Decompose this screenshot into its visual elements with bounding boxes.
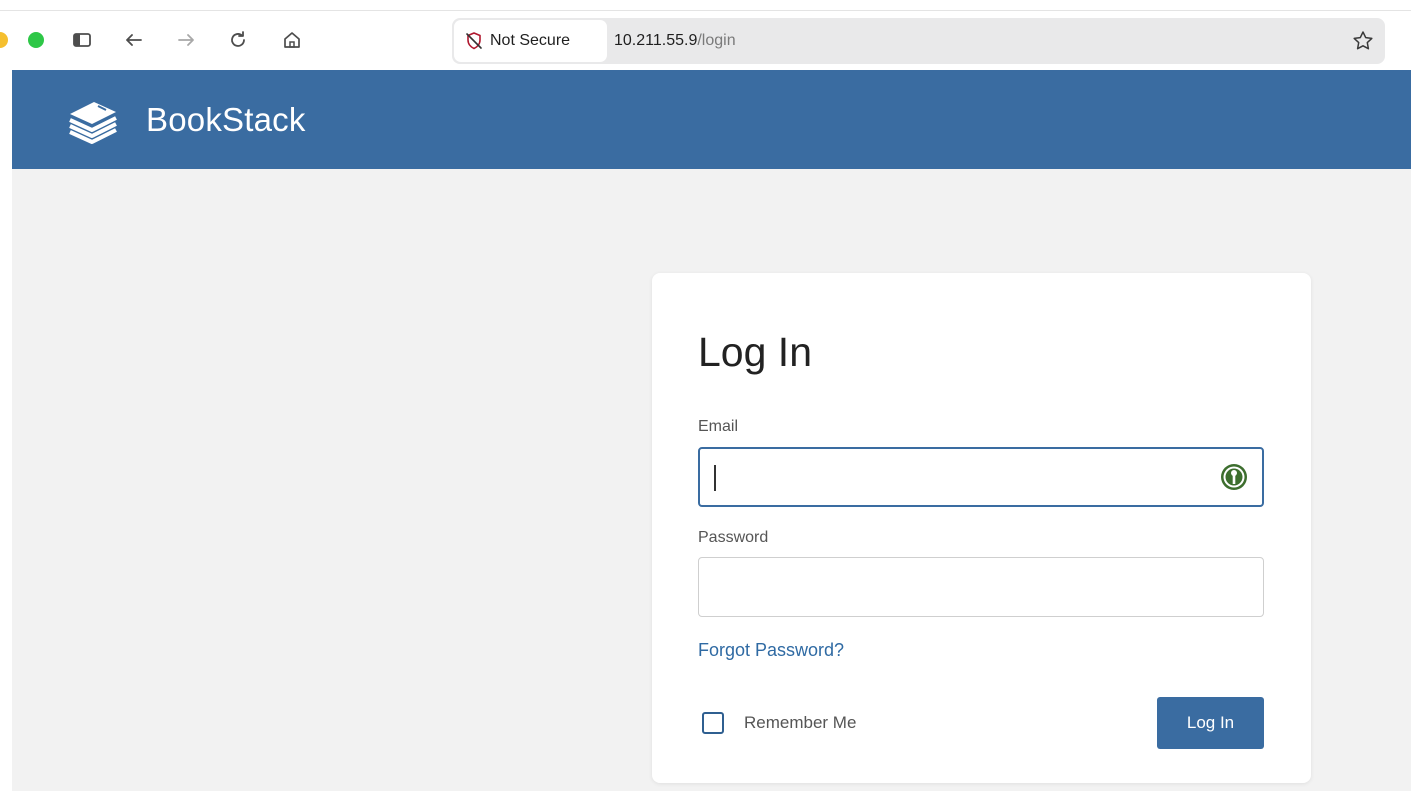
bookmark-button[interactable]	[1351, 29, 1375, 53]
shield-slash-icon	[466, 32, 482, 50]
forward-button[interactable]	[172, 26, 200, 54]
password-manager-icon[interactable]	[1219, 462, 1249, 492]
zoom-window-button[interactable]	[28, 32, 44, 48]
star-icon	[1353, 31, 1373, 50]
page-content: BookStack Log In Email Password Forgot P…	[12, 70, 1411, 791]
password-field[interactable]	[698, 557, 1264, 617]
remember-me[interactable]: Remember Me	[702, 711, 856, 735]
email-field[interactable]	[698, 447, 1264, 507]
browser-toolbar: Not Secure 10.211.55.9/login	[0, 0, 1411, 70]
home-icon	[284, 32, 300, 48]
home-button[interactable]	[278, 26, 306, 54]
login-card: Log In Email Password Forgot Password? R…	[652, 273, 1311, 783]
toolbar-divider	[0, 10, 1411, 11]
app-header: BookStack	[12, 70, 1411, 169]
bookstack-logo-icon[interactable]	[62, 96, 122, 146]
url-path: /login	[697, 32, 736, 49]
arrow-right-icon	[178, 34, 194, 46]
url-host: 10.211.55.9	[614, 32, 698, 49]
security-label: Not Secure	[490, 32, 571, 49]
address-bar[interactable]: Not Secure 10.211.55.9/login	[452, 18, 1385, 64]
page-title: Log In	[698, 329, 812, 375]
forgot-password-link[interactable]: Forgot Password?	[698, 640, 844, 661]
arrow-left-icon	[126, 34, 142, 46]
remember-me-label[interactable]: Remember Me	[744, 713, 856, 733]
sidebar-icon	[73, 33, 91, 47]
sidebar-toggle-button[interactable]	[68, 26, 96, 54]
email-label: Email	[698, 418, 739, 435]
text-cursor	[714, 465, 716, 491]
brand-name[interactable]: BookStack	[146, 70, 306, 169]
back-button[interactable]	[120, 26, 148, 54]
reload-button[interactable]	[224, 26, 252, 54]
minimize-window-button[interactable]	[0, 32, 8, 48]
password-label: Password	[698, 529, 769, 546]
login-button[interactable]: Log In	[1157, 697, 1264, 749]
remember-me-checkbox[interactable]	[702, 712, 724, 734]
security-indicator[interactable]: Not Secure	[454, 20, 607, 62]
url-text[interactable]: 10.211.55.9/login	[614, 18, 736, 64]
reload-icon	[231, 31, 245, 47]
